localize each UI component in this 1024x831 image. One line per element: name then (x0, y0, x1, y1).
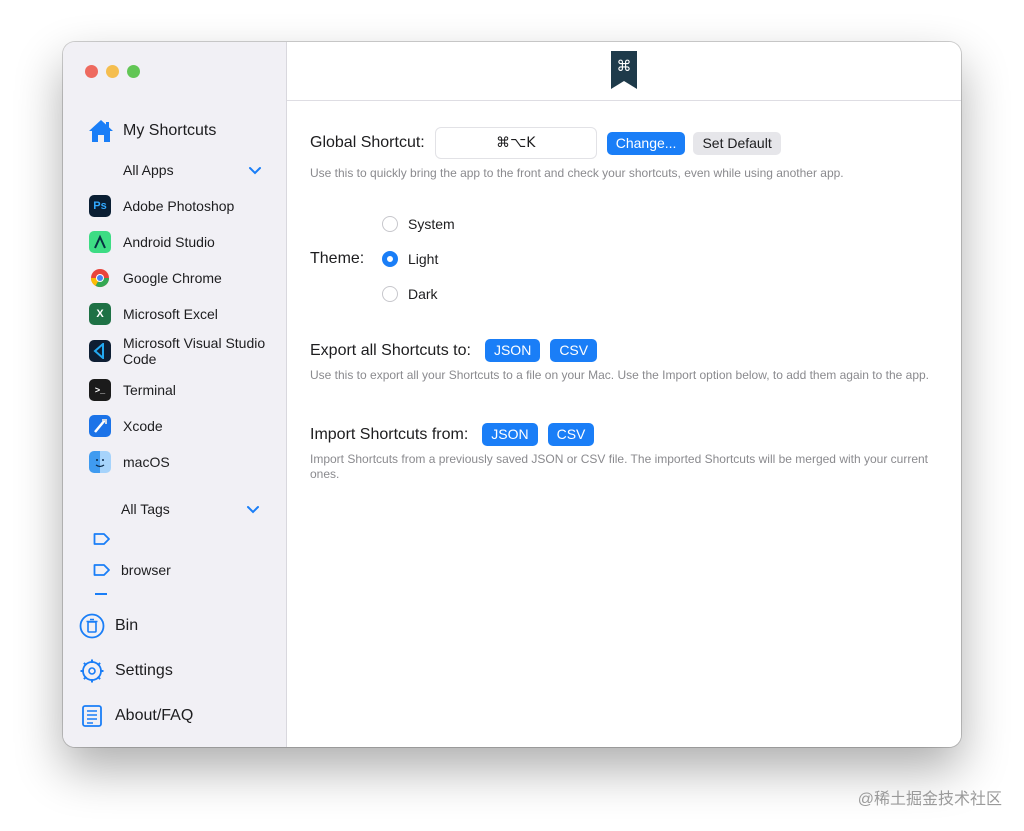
all-tags-label: All Tags (121, 501, 170, 517)
zoom-window-button[interactable] (127, 65, 140, 78)
app-item-microsoft-excel[interactable]: X Microsoft Excel (89, 303, 218, 325)
command-bookmark-icon: ⌘ (611, 51, 637, 89)
theme-label: Theme: (310, 250, 365, 267)
command-glyph: ⌘ (617, 57, 632, 75)
import-row: Import Shortcuts from: JSON CSV (310, 423, 595, 446)
export-json-button[interactable]: JSON (484, 339, 541, 362)
global-shortcut-help: Use this to quickly bring the app to the… (310, 166, 844, 180)
app-item-photoshop[interactable]: Ps Adobe Photoshop (89, 195, 234, 217)
import-label: Import Shortcuts from: (310, 425, 469, 443)
app-item-vscode[interactable]: Microsoft Visual Studio Code (89, 335, 273, 367)
tag-icon (93, 533, 110, 545)
app-item-label: Microsoft Excel (123, 306, 218, 322)
import-csv-button[interactable]: CSV (547, 423, 595, 446)
finder-icon (89, 451, 111, 473)
app-item-macos[interactable]: macOS (89, 451, 170, 473)
app-item-xcode[interactable]: Xcode (89, 415, 163, 437)
export-csv-button[interactable]: CSV (550, 339, 598, 362)
theme-option-label: Dark (408, 286, 438, 302)
photoshop-icon: Ps (89, 195, 111, 217)
gear-icon (80, 659, 104, 683)
radio-unchecked-icon[interactable] (382, 216, 398, 232)
xcode-icon (89, 415, 111, 437)
vscode-icon (89, 340, 111, 362)
radio-checked-icon[interactable] (382, 251, 398, 267)
sidebar-item-settings[interactable]: Settings (79, 658, 173, 684)
toolbar: ⌘ (287, 42, 961, 101)
radio-unchecked-icon[interactable] (382, 286, 398, 302)
sidebar-item-label: About/FAQ (115, 707, 194, 724)
theme-option-light[interactable]: Light (382, 251, 438, 267)
newspaper-icon (82, 705, 102, 727)
app-item-label: Xcode (123, 418, 163, 434)
import-json-button[interactable]: JSON (482, 423, 538, 446)
global-shortcut-field[interactable]: ⌘⌥K (434, 127, 597, 159)
sidebar-item-label: My Shortcuts (123, 122, 217, 139)
sidebar-item-my-shortcuts[interactable]: My Shortcuts (87, 118, 216, 144)
app-item-label: Android Studio (123, 234, 215, 250)
app-item-terminal[interactable]: >_ Terminal (89, 379, 176, 401)
watermark: @稀土掘金技术社区 (857, 791, 1002, 808)
close-window-button[interactable] (85, 65, 98, 78)
excel-icon: X (89, 303, 111, 325)
minimize-window-button[interactable] (106, 65, 119, 78)
sidebar-item-about-faq[interactable]: About/FAQ (79, 703, 193, 729)
set-default-button[interactable]: Set Default (693, 131, 781, 155)
app-item-label: Terminal (123, 382, 176, 398)
home-icon (89, 120, 113, 142)
tag-icon (93, 564, 110, 576)
theme-option-system[interactable]: System (382, 216, 455, 232)
tag-list-overflow-indicator (95, 593, 107, 595)
tag-item-label: browser (121, 562, 171, 578)
app-item-label: Google Chrome (123, 270, 222, 286)
export-help: Use this to export all your Shortcuts to… (310, 368, 930, 382)
import-help: Import Shortcuts from a previously saved… (310, 452, 929, 481)
android-studio-icon (89, 231, 111, 253)
window-controls (85, 65, 140, 78)
sidebar-item-label: Bin (115, 617, 139, 634)
sidebar: My Shortcuts All Apps Ps Adobe Photoshop… (63, 42, 287, 747)
app-item-label: Adobe Photoshop (123, 198, 235, 214)
app-item-google-chrome[interactable]: Google Chrome (89, 267, 222, 289)
app-window: My Shortcuts All Apps Ps Adobe Photoshop… (63, 42, 961, 747)
change-shortcut-button[interactable]: Change... (606, 131, 686, 155)
app-item-label: Microsoft Visual Studio Code (123, 335, 266, 367)
tag-item-untitled[interactable] (93, 532, 121, 546)
global-shortcut-row: Global Shortcut: ⌘⌥K Change... Set Defau… (310, 127, 781, 159)
tag-item-browser[interactable]: browser (93, 562, 171, 578)
sidebar-item-bin[interactable]: Bin (79, 613, 138, 639)
chevron-down-icon[interactable] (247, 162, 263, 178)
theme-option-dark[interactable]: Dark (382, 286, 438, 302)
all-apps-label: All Apps (123, 162, 174, 178)
settings-pane: ⌘ Global Shortcut: ⌘⌥K Change... Set Def… (287, 42, 961, 747)
all-tags-group-header[interactable]: All Tags (121, 501, 261, 517)
theme-option-label: Light (408, 251, 439, 267)
export-row: Export all Shortcuts to: JSON CSV (310, 339, 598, 362)
chevron-down-icon[interactable] (245, 501, 261, 517)
export-label: Export all Shortcuts to: (310, 341, 471, 359)
app-item-label: macOS (123, 454, 170, 470)
trash-icon (79, 613, 105, 639)
theme-option-label: System (408, 216, 455, 232)
sidebar-item-label: Settings (115, 662, 173, 679)
chrome-icon (89, 267, 111, 289)
app-item-android-studio[interactable]: Android Studio (89, 231, 215, 253)
all-apps-group-header[interactable]: All Apps (123, 162, 263, 178)
terminal-icon: >_ (89, 379, 111, 401)
global-shortcut-label: Global Shortcut: (310, 134, 425, 151)
theme-row: Theme: (310, 250, 364, 268)
